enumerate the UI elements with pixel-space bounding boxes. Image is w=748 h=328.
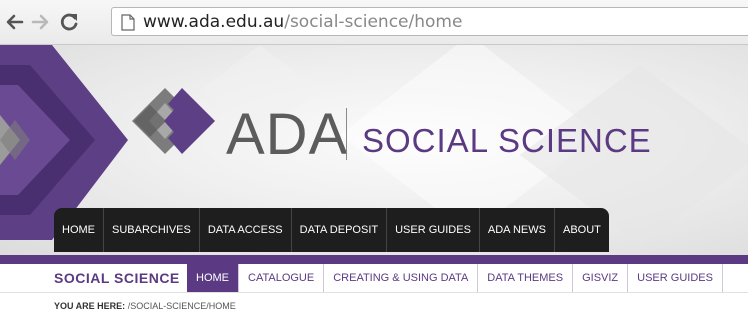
main-nav-data-deposit[interactable]: DATA DEPOSIT <box>292 208 388 252</box>
section-nav-catalogue[interactable]: CATALOGUE <box>239 264 325 292</box>
main-navigation: HOME SUBARCHIVES DATA ACCESS DATA DEPOSI… <box>54 208 609 252</box>
address-bar[interactable]: www.ada.edu.au/social-science/home <box>111 7 748 36</box>
breadcrumb-path[interactable]: /SOCIAL-SCIENCE/HOME <box>128 301 236 311</box>
forward-arrow-icon[interactable] <box>27 9 53 35</box>
section-navigation: SOCIAL SCIENCE HOME CATALOGUE CREATING &… <box>0 264 748 293</box>
url-path: /social-science/home <box>284 12 463 32</box>
section-nav-data-themes[interactable]: DATA THEMES <box>478 264 574 292</box>
logo-divider <box>346 108 347 160</box>
main-nav-data-access[interactable]: DATA ACCESS <box>200 208 292 252</box>
main-nav-home[interactable]: HOME <box>54 208 104 252</box>
main-nav-user-guides[interactable]: USER GUIDES <box>387 208 480 252</box>
main-nav-about[interactable]: ABOUT <box>555 208 609 252</box>
site-header: ADA SOCIAL SCIENCE HOME SUBARCHIVES DATA… <box>0 45 748 255</box>
main-nav-ada-news[interactable]: ADA NEWS <box>480 208 555 252</box>
browser-toolbar: www.ada.edu.au/social-science/home <box>0 0 748 45</box>
main-nav-subarchives[interactable]: SUBARCHIVES <box>104 208 200 252</box>
header-divider-bar <box>0 255 748 264</box>
breadcrumb-label: YOU ARE HERE: <box>54 301 126 311</box>
section-title: SOCIAL SCIENCE <box>54 270 180 286</box>
section-nav-gisviz[interactable]: GISVIZ <box>573 264 629 292</box>
back-arrow-icon[interactable] <box>2 9 28 35</box>
breadcrumb: YOU ARE HERE: /SOCIAL-SCIENCE/HOME <box>54 296 236 316</box>
reload-icon[interactable] <box>56 9 82 35</box>
page-icon <box>120 14 136 31</box>
section-nav-user-guides[interactable]: USER GUIDES <box>628 264 723 292</box>
url-text: www.ada.edu.au/social-science/home <box>143 10 462 34</box>
url-host: www.ada.edu.au <box>143 12 285 32</box>
section-nav-home[interactable]: HOME <box>187 264 239 292</box>
site-logo-text[interactable]: ADA <box>226 105 348 165</box>
ada-logo-icon <box>132 88 215 154</box>
section-nav-creating-using-data[interactable]: CREATING & USING DATA <box>324 264 479 292</box>
site-logo-subtitle[interactable]: SOCIAL SCIENCE <box>362 123 652 159</box>
